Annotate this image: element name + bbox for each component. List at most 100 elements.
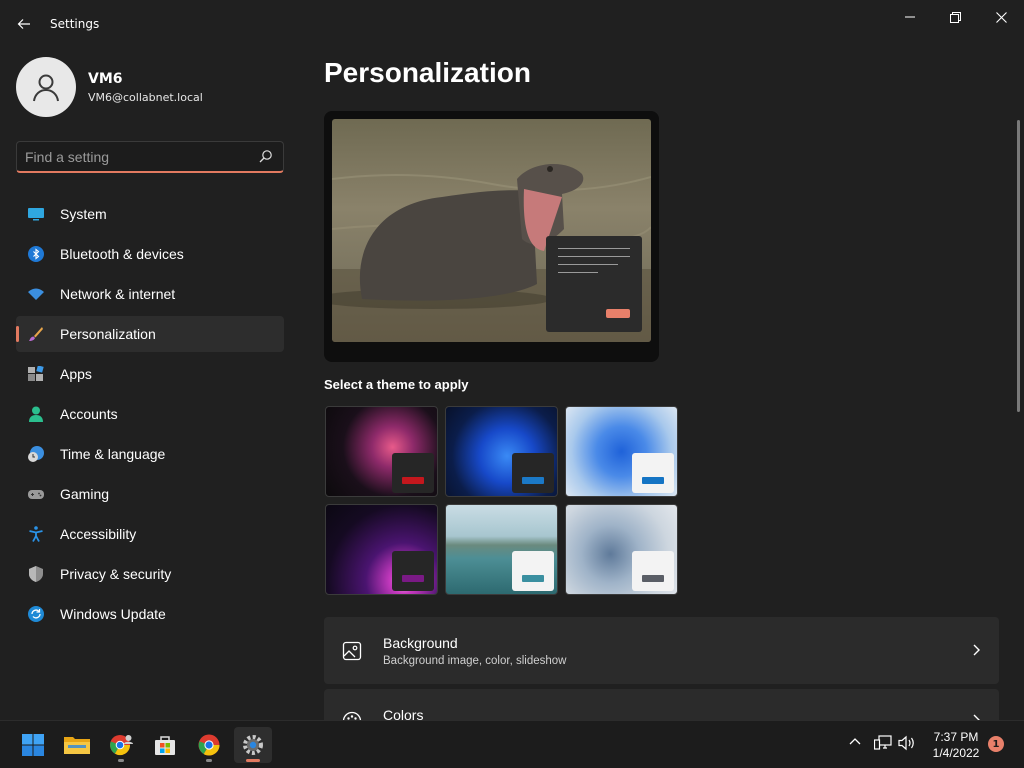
row-title: Colors [383, 707, 424, 720]
brush-icon [29, 327, 43, 341]
accent-swatch [522, 477, 544, 484]
mockup-button [606, 309, 630, 318]
sidebar-item-time-language[interactable]: Time & language [16, 436, 284, 472]
search-box[interactable] [16, 141, 284, 173]
sidebar-item-label: Apps [60, 366, 92, 382]
chevron-right-icon [973, 644, 980, 656]
chrome-profile-button[interactable] [102, 727, 140, 763]
monitor-icon [28, 208, 44, 221]
avatar[interactable] [16, 57, 76, 117]
gamepad-icon [28, 490, 44, 499]
chevron-right-icon [973, 714, 980, 720]
theme-tile-windows-dark[interactable] [445, 406, 558, 497]
network-icon[interactable] [874, 735, 892, 751]
sidebar-nav: System Bluetooth & devices Network & int… [16, 196, 284, 636]
theme-tile-sunrise-lake[interactable] [445, 504, 558, 595]
user-name: VM6 [88, 71, 123, 87]
system-clock[interactable]: 7:37 PM 1/4/2022 [928, 729, 984, 761]
notification-badge[interactable]: 1 [988, 736, 1004, 752]
sidebar-item-personalization[interactable]: Personalization [16, 316, 284, 352]
close-icon [995, 11, 1007, 23]
clock-time: 7:37 PM [933, 730, 979, 744]
search-icon [259, 150, 272, 163]
theme-tile-captured-motion[interactable] [325, 504, 438, 595]
user-email: VM6@collabnet.local [88, 91, 203, 104]
store-button[interactable] [146, 727, 184, 763]
sidebar-item-gaming[interactable]: Gaming [16, 476, 284, 512]
chrome-user-icon [110, 735, 133, 756]
person-icon [29, 406, 43, 422]
title-bar: Settings [0, 0, 1024, 48]
scrollbar[interactable] [1017, 120, 1020, 412]
theme-tile-glow[interactable] [325, 406, 438, 497]
settings-icon [243, 735, 263, 755]
file-explorer-button[interactable] [58, 727, 96, 763]
sidebar-item-apps[interactable]: Apps [16, 356, 284, 392]
person-outline-icon [33, 74, 59, 102]
sidebar-item-label: Time & language [60, 446, 166, 462]
sidebar-item-label: Gaming [60, 486, 110, 502]
theme-tile-windows-light[interactable] [565, 406, 678, 497]
sidebar-item-bluetooth[interactable]: Bluetooth & devices [16, 236, 284, 272]
theme-card [512, 453, 554, 493]
sidebar-item-accessibility[interactable]: Accessibility [16, 516, 284, 552]
app-title: Settings [50, 17, 100, 31]
palette-icon [342, 711, 362, 720]
background-setting-row[interactable]: Background Background image, color, slid… [324, 617, 999, 684]
window-mockup [546, 236, 642, 332]
back-arrow-icon [17, 19, 30, 29]
sidebar-item-label: Accessibility [60, 526, 137, 542]
accent-swatch [402, 477, 424, 484]
sidebar-item-privacy-security[interactable]: Privacy & security [16, 556, 284, 592]
colors-setting-row[interactable]: Colors [324, 689, 999, 720]
page-title: Personalization [324, 57, 531, 88]
wallpaper-preview [332, 119, 651, 342]
store-icon [155, 736, 175, 755]
clock-globe-icon [28, 446, 44, 462]
sidebar-item-accounts[interactable]: Accounts [16, 396, 284, 432]
sidebar-item-label: Privacy & security [60, 566, 172, 582]
row-subtitle: Background image, color, slideshow [383, 655, 567, 667]
start-icon [22, 734, 44, 756]
start-button[interactable] [14, 727, 52, 763]
taskbar: 7:37 PM 1/4/2022 [0, 720, 1024, 768]
back-button[interactable] [12, 12, 36, 36]
maximize-button[interactable] [932, 6, 978, 28]
search-input[interactable] [25, 148, 250, 166]
chrome-button[interactable] [190, 727, 228, 763]
theme-card [392, 453, 434, 493]
settings-window: Settings VM6 VM6@collabnet.local System … [0, 0, 1024, 720]
volume-icon[interactable] [898, 735, 916, 751]
restore-icon [949, 11, 961, 23]
minimize-icon [905, 16, 915, 18]
active-indicator [246, 759, 260, 762]
theme-card [632, 453, 674, 493]
sidebar-item-label: Network & internet [60, 286, 176, 302]
sidebar-item-label: Windows Update [60, 606, 166, 622]
sidebar-item-network[interactable]: Network & internet [16, 276, 284, 312]
accent-swatch [522, 575, 544, 582]
bluetooth-icon [28, 246, 44, 262]
theme-tile-flow[interactable] [565, 504, 678, 595]
accent-swatch [402, 575, 424, 582]
running-indicator [206, 759, 212, 762]
theme-preview [324, 111, 659, 362]
show-hidden-icons-icon[interactable] [848, 735, 862, 749]
accent-swatch [642, 575, 664, 582]
close-button[interactable] [978, 6, 1024, 28]
sidebar-item-system[interactable]: System [16, 196, 284, 232]
sidebar-item-windows-update[interactable]: Windows Update [16, 596, 284, 632]
sidebar-item-label: Accounts [60, 406, 118, 422]
shield-icon [29, 566, 43, 582]
running-indicator [118, 759, 124, 762]
theme-section-label: Select a theme to apply [324, 377, 469, 392]
sidebar-item-label: Bluetooth & devices [60, 246, 184, 262]
theme-card [392, 551, 434, 591]
settings-taskbar-button[interactable] [234, 727, 272, 763]
theme-grid [324, 405, 680, 597]
wifi-icon [28, 288, 44, 300]
minimize-button[interactable] [887, 6, 933, 28]
theme-card [632, 551, 674, 591]
update-icon [28, 606, 44, 622]
clock-date: 1/4/2022 [932, 746, 980, 760]
